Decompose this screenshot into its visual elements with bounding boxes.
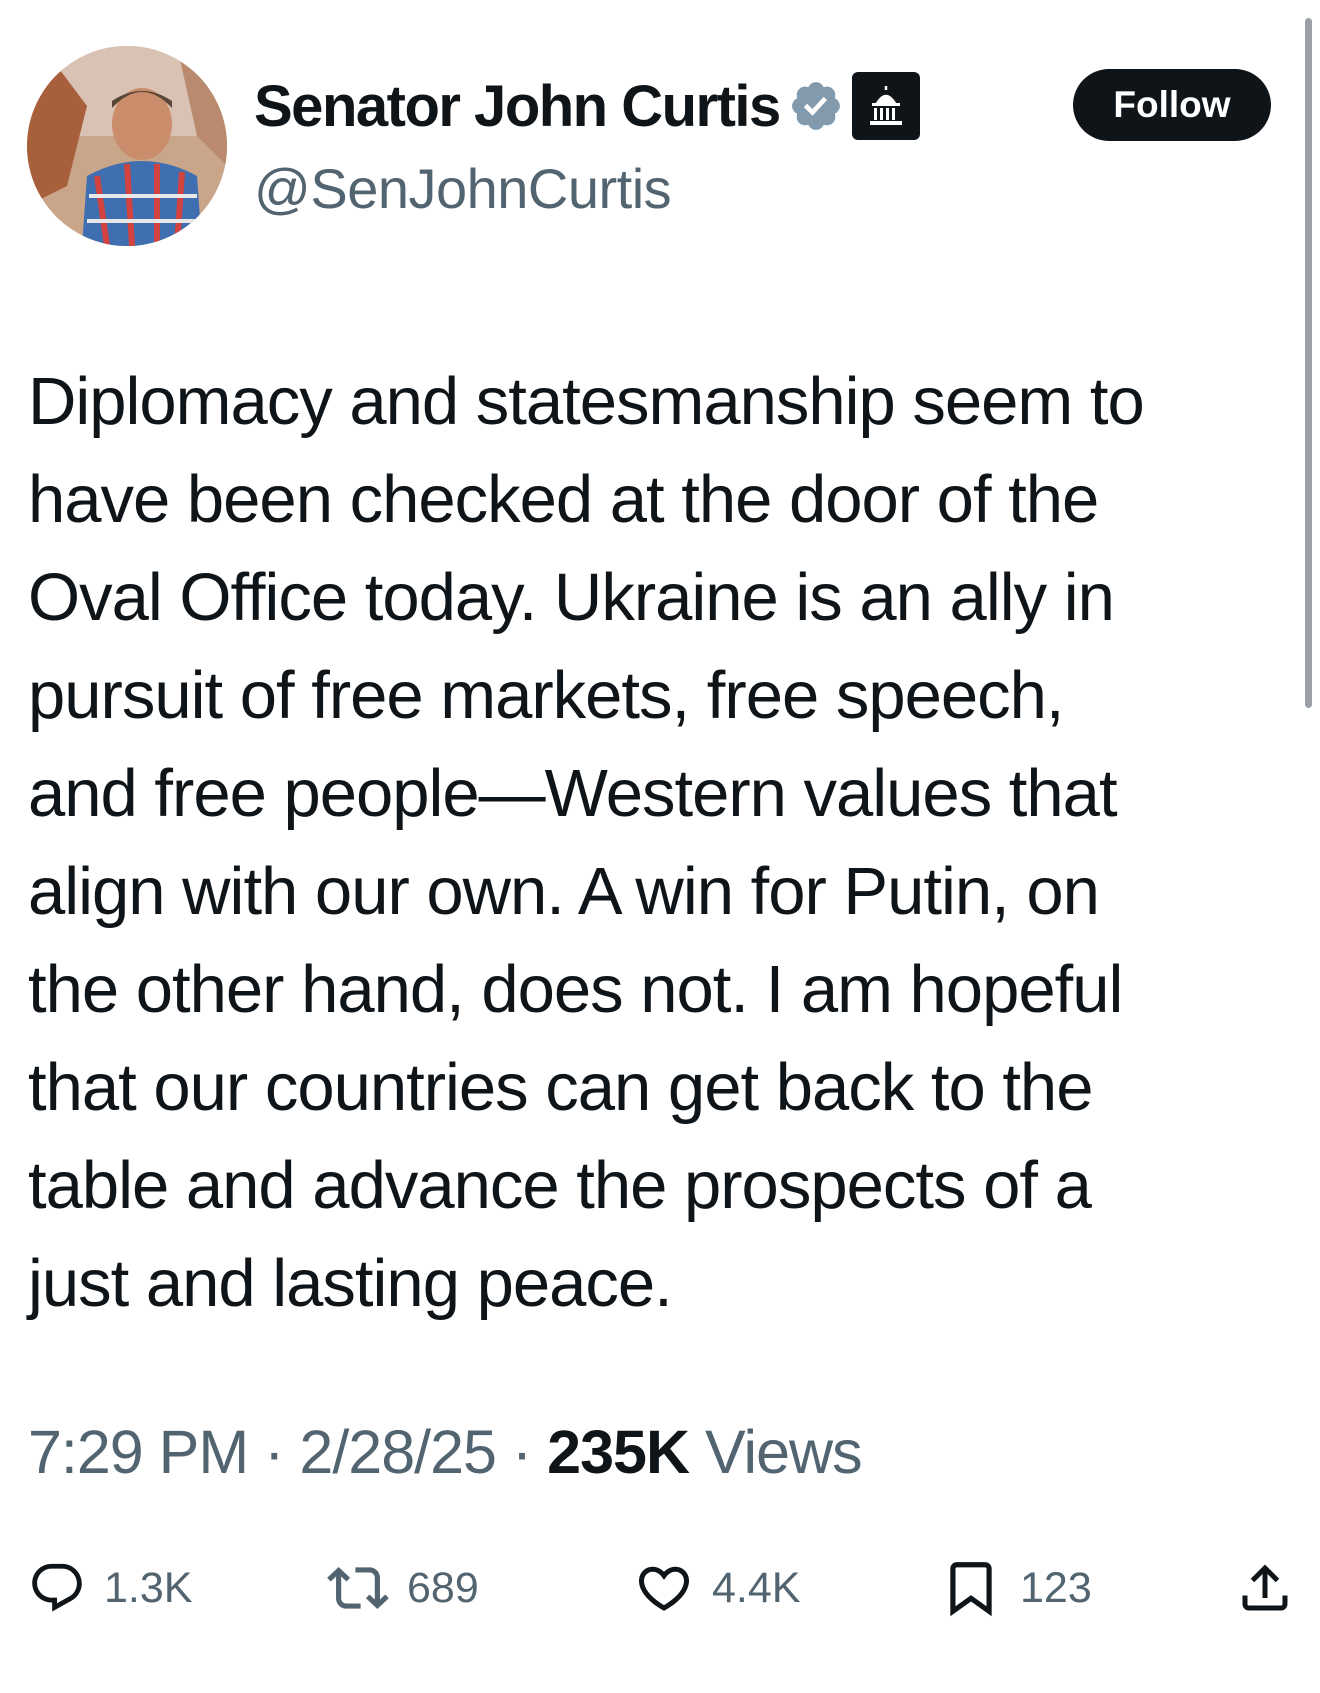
reply-button[interactable]: 1.3K (28, 1548, 192, 1628)
like-count: 4.4K (712, 1563, 801, 1612)
avatar[interactable] (27, 46, 227, 246)
scrollbar[interactable] (1305, 18, 1312, 708)
bookmark-button[interactable]: 123 (940, 1548, 1092, 1628)
views-count: 235K (547, 1418, 690, 1486)
repost-icon (327, 1567, 389, 1609)
verified-badge-icon (788, 78, 844, 134)
views-label: Views (704, 1418, 863, 1486)
tweet-date[interactable]: 2/28/25 (299, 1418, 497, 1486)
tweet-meta: 7:29 PM · 2/28/25 · 235K Views (28, 1417, 863, 1487)
government-building-icon (851, 72, 920, 140)
author-name-row: Senator John Curtis (254, 66, 920, 146)
heart-icon (638, 1566, 690, 1611)
share-button[interactable] (1235, 1548, 1295, 1628)
repost-count: 689 (407, 1563, 479, 1612)
reply-count: 1.3K (104, 1563, 193, 1612)
tweet-action-bar: 1.3K 689 4.4K 123 (0, 1548, 1320, 1628)
tweet-text: Diplomacy and statesmanship seem to have… (28, 364, 1145, 1321)
author-display-name[interactable]: Senator John Curtis (254, 73, 781, 140)
bookmark-count: 123 (1020, 1563, 1092, 1612)
follow-button[interactable]: Follow (1073, 69, 1271, 141)
meta-separator: · (511, 1418, 532, 1486)
tweet-time[interactable]: 7:29 PM (28, 1418, 249, 1486)
bookmark-icon (950, 1562, 992, 1617)
author-handle[interactable]: @SenJohnCurtis (254, 156, 672, 221)
like-button[interactable]: 4.4K (634, 1548, 800, 1628)
repost-button[interactable]: 689 (327, 1548, 479, 1628)
meta-separator: · (264, 1418, 284, 1486)
reply-icon (32, 1563, 82, 1612)
share-icon (1242, 1564, 1288, 1611)
